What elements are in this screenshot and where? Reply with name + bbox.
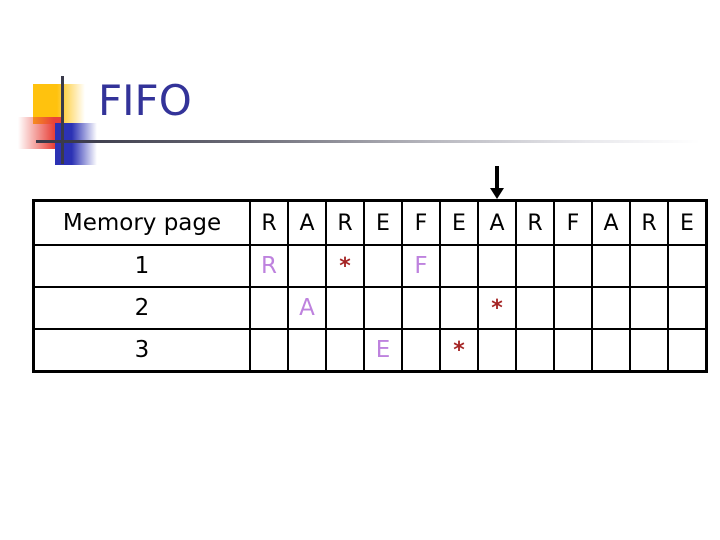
- frame-3-step-8: [515, 328, 555, 373]
- frame-1-step-6: [439, 244, 479, 288]
- reference-string-cell-12: E: [667, 199, 708, 246]
- table-row: 2 A *: [32, 286, 708, 330]
- frame-3-step-1: [249, 328, 289, 373]
- frame-3-step-12: [667, 328, 708, 373]
- frame-1-step-10: [591, 244, 631, 288]
- frame-2-step-4: [363, 286, 403, 330]
- frame-label-1: 1: [32, 244, 251, 288]
- frame-1-step-1: R: [249, 244, 289, 288]
- down-arrow-icon: [489, 166, 505, 200]
- reference-string-cell-5: F: [401, 199, 441, 246]
- frame-1-step-11: [629, 244, 669, 288]
- decoration-horizontal-line: [36, 140, 72, 143]
- frame-1-step-4: [363, 244, 403, 288]
- reference-string-cell-11: R: [629, 199, 669, 246]
- frame-2-step-7: *: [477, 286, 517, 330]
- table-row: 1 R * F: [32, 244, 708, 288]
- title-underline-rule: [72, 140, 700, 143]
- memory-page-header-label: Memory page: [32, 199, 251, 246]
- frame-label-2: 2: [32, 286, 251, 330]
- table-body: Memory page R A R E F E A R F A R E 1 R * F 2 A * 3 E *: [32, 199, 708, 373]
- page-title: FIFO: [98, 76, 192, 125]
- frame-3-step-7: [477, 328, 517, 373]
- frame-3-step-10: [591, 328, 631, 373]
- frame-3-step-11: [629, 328, 669, 373]
- reference-string-cell-4: E: [363, 199, 403, 246]
- page-fault-marker: *: [453, 337, 465, 363]
- resident-page-letter: E: [375, 337, 391, 363]
- reference-string-cell-8: R: [515, 199, 555, 246]
- frame-1-step-2: [287, 244, 327, 288]
- frame-2-step-9: [553, 286, 593, 330]
- frame-3-step-9: [553, 328, 593, 373]
- reference-string-cell-10: A: [591, 199, 631, 246]
- reference-string-cell-6: E: [439, 199, 479, 246]
- frame-2-step-11: [629, 286, 669, 330]
- reference-string-cell-7: A: [477, 199, 517, 246]
- frame-2-step-12: [667, 286, 708, 330]
- reference-string-cell-1: R: [249, 199, 289, 246]
- frame-1-step-5: F: [401, 244, 441, 288]
- decoration-vertical-line: [61, 76, 64, 164]
- frame-1-step-3: *: [325, 244, 365, 288]
- frame-2-step-3: [325, 286, 365, 330]
- frame-1-step-9: [553, 244, 593, 288]
- page-fault-marker: *: [339, 253, 351, 279]
- table-row: 3 E *: [32, 328, 708, 373]
- frame-1-step-8: [515, 244, 555, 288]
- resident-page-letter: R: [261, 253, 277, 279]
- frame-2-step-10: [591, 286, 631, 330]
- reference-string-row: Memory page R A R E F E A R F A R E: [32, 199, 708, 246]
- fifo-page-replacement-table: Memory page R A R E F E A R F A R E 1 R * F 2 A * 3 E *: [32, 199, 708, 373]
- frame-3-step-3: [325, 328, 365, 373]
- frame-3-step-2: [287, 328, 327, 373]
- arrow-head: [490, 188, 504, 199]
- resident-page-letter: A: [299, 295, 315, 321]
- reference-string-cell-2: A: [287, 199, 327, 246]
- frame-2-step-6: [439, 286, 479, 330]
- frame-1-step-12: [667, 244, 708, 288]
- reference-string-cell-3: R: [325, 199, 365, 246]
- page-fault-marker: *: [491, 295, 503, 321]
- frame-1-step-7: [477, 244, 517, 288]
- frame-label-3: 3: [32, 328, 251, 373]
- frame-2-step-1: [249, 286, 289, 330]
- arrow-shaft: [495, 166, 499, 190]
- frame-2-step-5: [401, 286, 441, 330]
- frame-3-step-5: [401, 328, 441, 373]
- reference-string-cell-9: F: [553, 199, 593, 246]
- resident-page-letter: F: [414, 253, 428, 279]
- frame-3-step-6: *: [439, 328, 479, 373]
- frame-3-step-4: E: [363, 328, 403, 373]
- frame-2-step-8: [515, 286, 555, 330]
- frame-2-step-2: A: [287, 286, 327, 330]
